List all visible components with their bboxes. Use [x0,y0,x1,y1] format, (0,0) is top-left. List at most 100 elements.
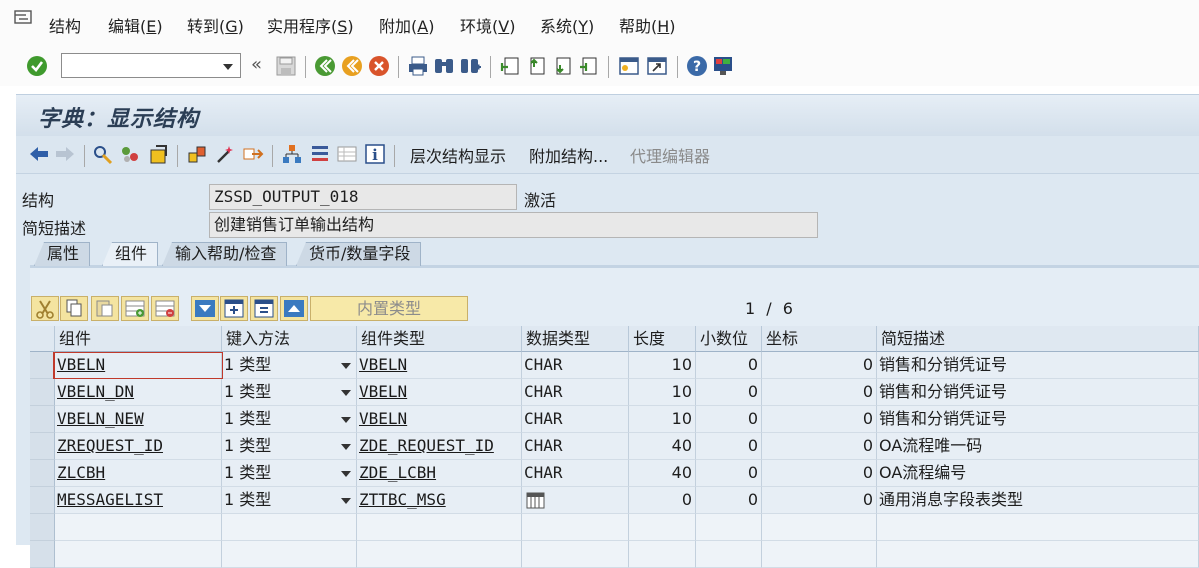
chevron-down-icon[interactable] [341,471,351,477]
menu-edit[interactable]: 编辑(E) [108,16,163,38]
back-icon[interactable] [314,55,336,77]
cell-empty[interactable] [55,541,222,568]
cell-empty[interactable] [522,514,629,541]
menu-help[interactable]: 帮助(H) [619,16,676,38]
print-icon[interactable] [407,55,429,77]
cell-component-type[interactable]: VBELN [357,406,522,433]
cell-empty[interactable] [522,541,629,568]
new-session-icon[interactable] [618,55,640,77]
find-icon[interactable] [433,55,455,77]
enter-check-icon[interactable] [26,55,48,77]
cell-empty[interactable] [629,541,696,568]
command-field[interactable] [61,53,241,78]
cell-component[interactable]: ZREQUEST_ID [55,433,222,460]
column-header-length[interactable]: 长度 [629,326,696,352]
collapse-icon[interactable]: « [251,54,262,75]
paste-row-button[interactable] [91,296,119,321]
select-all-button[interactable] [191,296,219,321]
cell-typing-method[interactable]: 1 类型 [222,487,357,514]
details-button[interactable] [250,296,278,321]
first-page-icon[interactable] [499,55,521,77]
menu-system[interactable]: 系统(Y) [540,16,594,38]
cell-component[interactable]: ZLCBH [55,460,222,487]
next-page-icon[interactable] [551,55,573,77]
info-icon[interactable]: i [364,143,386,165]
previous-page-icon[interactable] [525,55,547,77]
cell-empty[interactable] [762,541,877,568]
chevron-down-icon[interactable] [341,444,351,450]
insert-row-button[interactable] [121,296,149,321]
cell-typing-method[interactable]: 1 类型 [222,406,357,433]
menu-goto[interactable]: 转到(G) [187,16,244,38]
system-menu-icon[interactable] [14,10,34,26]
cell-empty[interactable] [696,514,762,541]
table-icon[interactable] [336,143,358,165]
copy-row-button[interactable] [60,296,88,321]
delete-row-button[interactable] [151,296,179,321]
layout-menu-icon[interactable] [712,55,734,77]
expand-button[interactable] [220,296,248,321]
cell-empty[interactable] [222,541,357,568]
find-next-icon[interactable] [459,55,481,77]
row-selector[interactable] [30,352,55,379]
column-header-typing[interactable]: 键入方法 [222,326,357,352]
menu-utilities[interactable]: 实用程序(S) [267,16,354,38]
row-selector[interactable] [30,487,55,514]
menu-environment[interactable]: 环境(V) [460,16,515,38]
column-header-component-type[interactable]: 组件类型 [357,326,522,352]
cell-empty[interactable] [222,514,357,541]
cell-empty[interactable] [877,514,1199,541]
help-icon[interactable]: ? [686,55,708,77]
column-header-data-type[interactable]: 数据类型 [522,326,629,352]
builtin-type-button[interactable]: 内置类型 [310,296,468,321]
chevron-down-icon[interactable] [341,417,351,423]
cell-typing-method[interactable]: 1 类型 [222,379,357,406]
navigate-icon[interactable] [242,143,264,165]
menu-extras[interactable]: 附加(A) [379,16,434,38]
row-selector[interactable] [30,514,55,541]
cell-component[interactable]: VBELN_NEW [55,406,222,433]
row-selector[interactable] [30,433,55,460]
cancel-icon[interactable] [368,55,390,77]
cell-component-type[interactable]: VBELN [357,379,522,406]
chevron-down-icon[interactable] [341,363,351,369]
cell-empty[interactable] [357,514,522,541]
hierarchy-display-button[interactable]: 层次结构显示 [410,143,506,167]
arrow-left-icon[interactable] [28,143,50,165]
save-icon[interactable] [275,55,297,77]
activate-icon[interactable] [148,143,170,165]
tab-currency-quantity[interactable]: 货币/数量字段 [296,242,422,266]
sort-icon[interactable] [309,143,331,165]
cell-component-type[interactable]: VBELN [357,352,522,379]
short-desc-field[interactable]: 创建销售订单输出结构 [209,212,818,238]
select-all-corner[interactable] [30,326,55,352]
cell-empty[interactable] [629,514,696,541]
row-selector[interactable] [30,541,55,568]
chevron-down-icon[interactable] [341,498,351,504]
cell-component[interactable]: MESSAGELIST [55,487,222,514]
cell-component-type[interactable]: ZDE_LCBH [357,460,522,487]
shortcut-icon[interactable] [646,55,668,77]
cell-empty[interactable] [696,541,762,568]
chevron-down-icon[interactable] [341,390,351,396]
append-structure-button[interactable]: 附加结构... [529,143,608,167]
other-object-icon[interactable] [119,143,141,165]
cell-empty[interactable] [357,541,522,568]
menu-structure[interactable]: 结构 [49,16,81,38]
cell-component-type[interactable]: ZDE_REQUEST_ID [357,433,522,460]
row-selector[interactable] [30,406,55,433]
tab-input-help-check[interactable]: 输入帮助/检查 [162,242,288,266]
column-header-short-desc[interactable]: 简短描述 [877,326,1199,352]
cell-empty[interactable] [55,514,222,541]
chevron-down-icon[interactable] [223,64,233,70]
exit-icon[interactable] [341,55,363,77]
cell-typing-method[interactable]: 1 类型 [222,352,357,379]
column-header-decimals[interactable]: 小数位 [696,326,762,352]
cut-row-button[interactable] [31,296,59,321]
collapse-button[interactable] [280,296,308,321]
where-used-icon[interactable] [186,143,208,165]
cell-component[interactable]: VBELN_DN [55,379,222,406]
magic-wand-icon[interactable] [214,143,236,165]
column-header-component[interactable]: 组件 [55,326,222,352]
cell-typing-method[interactable]: 1 类型 [222,460,357,487]
